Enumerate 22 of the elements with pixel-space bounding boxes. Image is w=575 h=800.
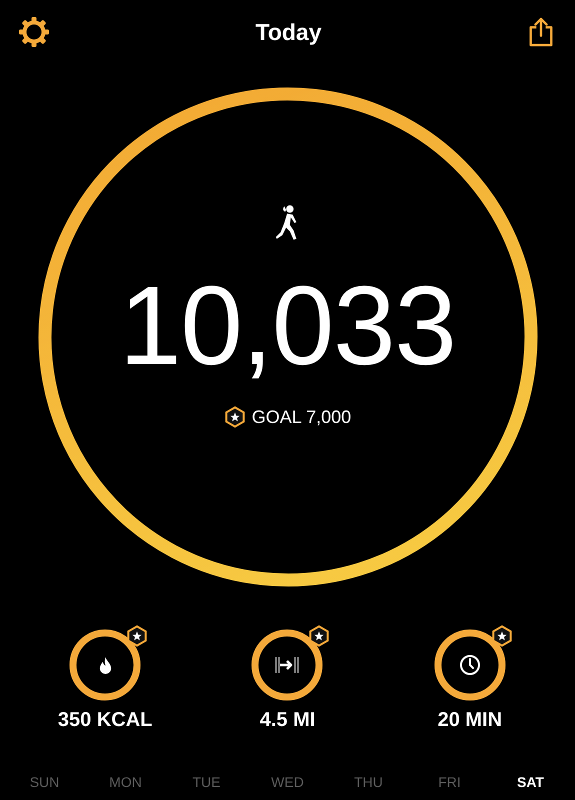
badge-icon [126, 625, 148, 647]
badge-icon [224, 406, 246, 428]
goal-label: GOAL 7,000 [252, 406, 352, 428]
day-tab[interactable]: SAT [517, 770, 544, 794]
screen-title: Today [255, 18, 322, 46]
badge-icon [308, 625, 330, 647]
share-icon[interactable] [527, 17, 555, 47]
metric-value: 20 MIN [438, 709, 502, 732]
day-tab[interactable]: SUN [30, 770, 60, 794]
metric-value: 350 KCAL [58, 709, 152, 732]
badge-icon [490, 625, 513, 647]
day-tab[interactable]: MON [109, 770, 142, 794]
day-tab[interactable]: FRI [438, 770, 461, 794]
clock-icon [458, 654, 481, 676]
distance-icon [274, 655, 300, 675]
day-tab[interactable]: TUE [192, 770, 220, 794]
step-count: 10,033 [119, 270, 456, 382]
flame-icon [98, 656, 113, 674]
day-tab[interactable]: THU [354, 770, 383, 794]
day-tab[interactable]: WED [271, 770, 304, 794]
settings-icon[interactable] [18, 16, 50, 48]
metric-value: 4.5 MI [260, 709, 316, 732]
